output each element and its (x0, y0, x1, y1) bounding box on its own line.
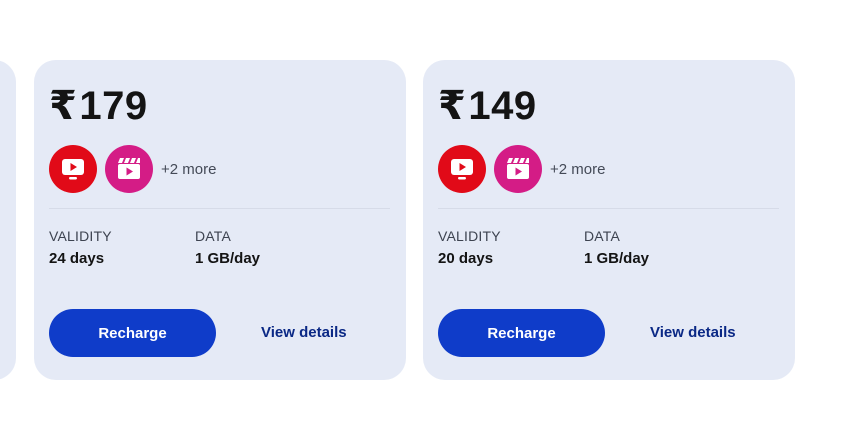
validity-value: 24 days (49, 250, 105, 267)
divider (49, 208, 390, 209)
view-details-link[interactable]: View details (650, 324, 736, 342)
ott-apps: +2 more (438, 145, 605, 193)
data-label: DATA (584, 228, 621, 244)
data-value: 1 GB/day (195, 250, 261, 267)
plan-price: ₹179 (49, 82, 148, 130)
view-details-link[interactable]: View details (261, 324, 347, 342)
data-spec: DATA 1 GB/day (195, 227, 260, 268)
plan-price: ₹149 (438, 82, 537, 130)
jiotv-icon (49, 145, 97, 193)
more-apps-label: +2 more (550, 160, 606, 178)
price-amount: 179 (79, 84, 148, 128)
validity-label: VALIDITY (438, 228, 501, 244)
validity-spec: VALIDITY 24 days (49, 227, 112, 268)
validity-label: VALIDITY (49, 228, 112, 244)
divider (438, 208, 779, 209)
plans-carousel: ₹179 +2 more VALIDITY 24 days DATA 1 GB/… (0, 0, 856, 425)
jiocinema-icon (494, 145, 542, 193)
validity-value: 20 days (438, 250, 494, 267)
data-spec: DATA 1 GB/day (584, 227, 649, 268)
jiotv-icon (438, 145, 486, 193)
plan-card-partial[interactable] (0, 60, 16, 380)
currency-symbol: ₹ (438, 84, 467, 128)
ott-apps: +2 more (49, 145, 216, 193)
more-apps-label: +2 more (161, 160, 217, 178)
price-amount: 149 (468, 84, 537, 128)
data-value: 1 GB/day (584, 250, 650, 267)
validity-spec: VALIDITY 20 days (438, 227, 501, 268)
recharge-button[interactable]: Recharge (49, 309, 216, 357)
plan-card[interactable]: ₹179 +2 more VALIDITY 24 days DATA 1 GB/… (34, 60, 406, 380)
currency-symbol: ₹ (49, 84, 78, 128)
data-label: DATA (195, 228, 232, 244)
recharge-button[interactable]: Recharge (438, 309, 605, 357)
plan-card[interactable]: ₹149 +2 more VALIDITY 20 days DATA 1 GB/… (423, 60, 795, 380)
jiocinema-icon (105, 145, 153, 193)
